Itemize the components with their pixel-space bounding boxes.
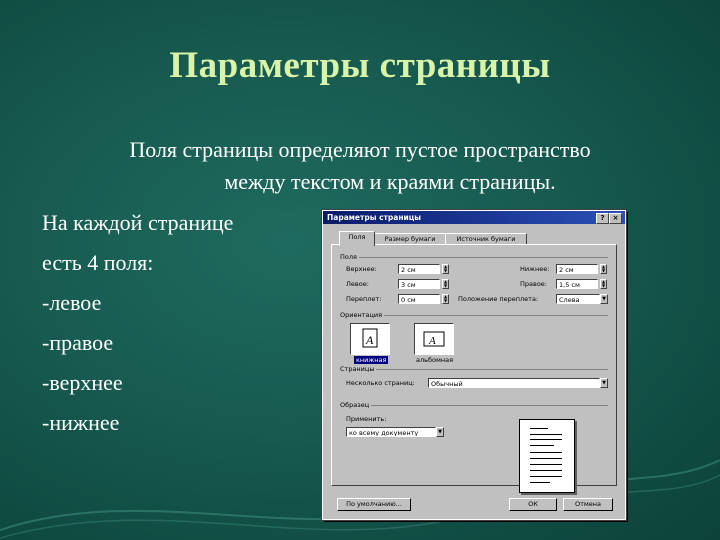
top-margin-label: Верхнее: (346, 265, 377, 273)
gutter-position-select[interactable]: Слева (556, 294, 600, 304)
cancel-button[interactable]: Отмена (563, 498, 613, 511)
gutter-field[interactable]: 0 см (398, 294, 440, 304)
bottom-margin-label: Нижнее: (520, 265, 550, 273)
landscape-page-icon: A (423, 331, 445, 347)
subtitle-line-1: Поля страницы определяют пустое простран… (129, 137, 591, 162)
ok-button[interactable]: ОК (509, 498, 557, 511)
pages-group: Страницы (340, 365, 608, 373)
dialog-title: Параметры страницы (327, 213, 422, 222)
bottom-margin-stepper[interactable]: ▲ ▼ (600, 264, 607, 274)
bullet-item: -верхнее (42, 370, 123, 395)
right-margin-label: Правое: (520, 280, 547, 288)
orientation-group-label: Ориентация (340, 311, 385, 319)
left-margin-field[interactable]: 3 см (398, 279, 440, 289)
portrait-page-icon: A (362, 328, 378, 348)
chevron-down-icon[interactable]: ▼ (600, 294, 608, 304)
bullet-item: -левое (42, 290, 102, 315)
svg-text:A: A (365, 333, 374, 347)
right-margin-field[interactable]: 1,5 см (556, 279, 598, 289)
slide-subtitle: Поля страницы определяют пустое простран… (0, 134, 720, 198)
portrait-label: книжная (354, 356, 389, 364)
left-margin-label: Левое: (346, 280, 369, 288)
left-margin-stepper[interactable]: ▲ ▼ (442, 279, 449, 289)
top-margin-stepper[interactable]: ▲ ▼ (442, 264, 449, 274)
gutter-position-label: Положение переплета: (458, 295, 539, 303)
gutter-stepper[interactable]: ▲ ▼ (442, 294, 449, 304)
svg-text:A: A (428, 335, 436, 347)
bullet-item: На каждой странице (42, 210, 234, 235)
orientation-group: Ориентация (340, 311, 608, 319)
margins-group-label: Поля (340, 253, 359, 261)
pages-group-label: Страницы (340, 365, 377, 373)
multiple-pages-label: Несколько страниц: (346, 379, 415, 387)
dialog-titlebar: Параметры страницы ? × (323, 211, 625, 224)
preview-group-label: Образец (340, 401, 372, 409)
help-button[interactable]: ? (596, 213, 609, 224)
page-setup-dialog: Параметры страницы ? × Поля Размер бумаг… (321, 209, 627, 521)
close-button[interactable]: × (609, 213, 622, 224)
bullet-item: есть 4 поля: (42, 250, 154, 275)
bullet-item: -правое (42, 330, 114, 355)
multiple-pages-select[interactable]: Обычный (428, 378, 600, 388)
page-preview (519, 419, 575, 493)
subtitle-line-2: между текстом и краями страницы. (224, 169, 556, 194)
apply-to-label: Применить: (346, 415, 387, 423)
margins-group: Поля (340, 253, 608, 261)
portrait-option[interactable]: A (350, 323, 390, 355)
preview-group: Образец (340, 401, 608, 409)
right-margin-stepper[interactable]: ▲ ▼ (600, 279, 607, 289)
apply-to-select[interactable]: ко всему документу (346, 427, 436, 437)
gutter-label: Переплет: (346, 295, 382, 303)
bullet-list: На каждой странице есть 4 поля: -левое -… (42, 203, 233, 443)
bottom-margin-field[interactable]: 2 см (556, 264, 598, 274)
bullet-item: -нижнее (42, 410, 120, 435)
chevron-down-icon[interactable]: ▼ (436, 427, 444, 437)
slide-title: Параметры страницы (169, 45, 551, 86)
chevron-down-icon[interactable]: ▼ (600, 378, 608, 388)
landscape-option[interactable]: A (414, 323, 454, 355)
tab-margins[interactable]: Поля (339, 231, 375, 246)
default-button[interactable]: По умолчанию... (337, 498, 411, 511)
landscape-label: альбомная (416, 356, 454, 364)
top-margin-field[interactable]: 2 см (398, 264, 440, 274)
